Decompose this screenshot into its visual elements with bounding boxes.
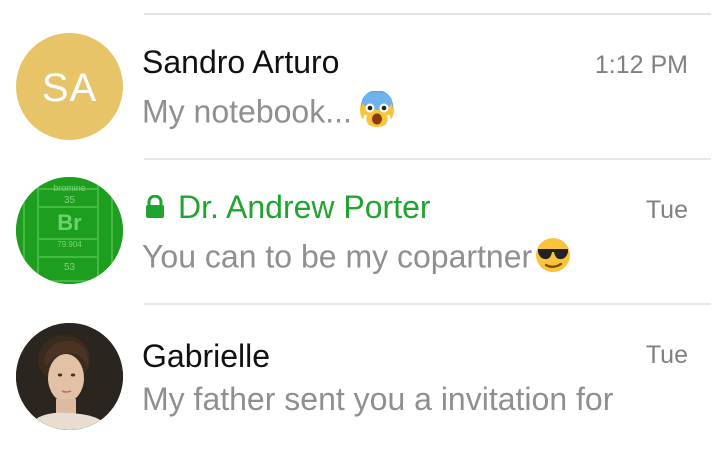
chat-time: Tue bbox=[645, 196, 688, 224]
avatar[interactable]: SA bbox=[16, 33, 123, 140]
avatar[interactable] bbox=[16, 323, 123, 430]
chat-preview: You can to be my copartner bbox=[142, 236, 572, 282]
element-symbol-text: Br bbox=[57, 210, 82, 235]
portrait-photo-icon bbox=[16, 323, 123, 430]
chat-row-dr-andrew-porter[interactable]: bromine 35 Br 79.904 53 Dr. Andrew Porte… bbox=[0, 160, 720, 305]
chat-time: Tue bbox=[645, 341, 688, 369]
chat-preview: My notebook... bbox=[142, 90, 396, 137]
chat-preview-text: You can to be my copartner bbox=[142, 238, 533, 275]
sunglasses-face-emoji-icon bbox=[534, 236, 572, 282]
chat-row-gabrielle[interactable]: Gabrielle Tue My father sent you a invit… bbox=[0, 305, 720, 450]
scared-face-emoji-icon bbox=[358, 90, 396, 137]
avatar[interactable]: bromine 35 Br 79.904 53 bbox=[16, 177, 123, 284]
element-next-number-text: 53 bbox=[63, 262, 76, 273]
element-number-text: 35 bbox=[63, 195, 76, 206]
element-mass-text: 79.904 bbox=[57, 240, 82, 249]
chat-preview-text: My father sent you a invitation for bbox=[142, 381, 614, 417]
chat-row-sandro-arturo[interactable]: SA Sandro Arturo 1:12 PM My notebook... bbox=[0, 15, 720, 160]
chat-preview-text: My notebook... bbox=[142, 93, 352, 130]
chat-preview: My father sent you a invitation for bbox=[142, 381, 613, 418]
chat-name: Sandro Arturo bbox=[142, 44, 340, 80]
element-name-text: bromine bbox=[53, 183, 86, 193]
chat-name: Gabrielle bbox=[142, 338, 271, 374]
avatar-initials: SA bbox=[41, 66, 98, 110]
chat-name: Dr. Andrew Porter bbox=[178, 189, 431, 225]
chat-time: 1:12 PM bbox=[594, 51, 688, 79]
lock-icon bbox=[146, 195, 164, 218]
